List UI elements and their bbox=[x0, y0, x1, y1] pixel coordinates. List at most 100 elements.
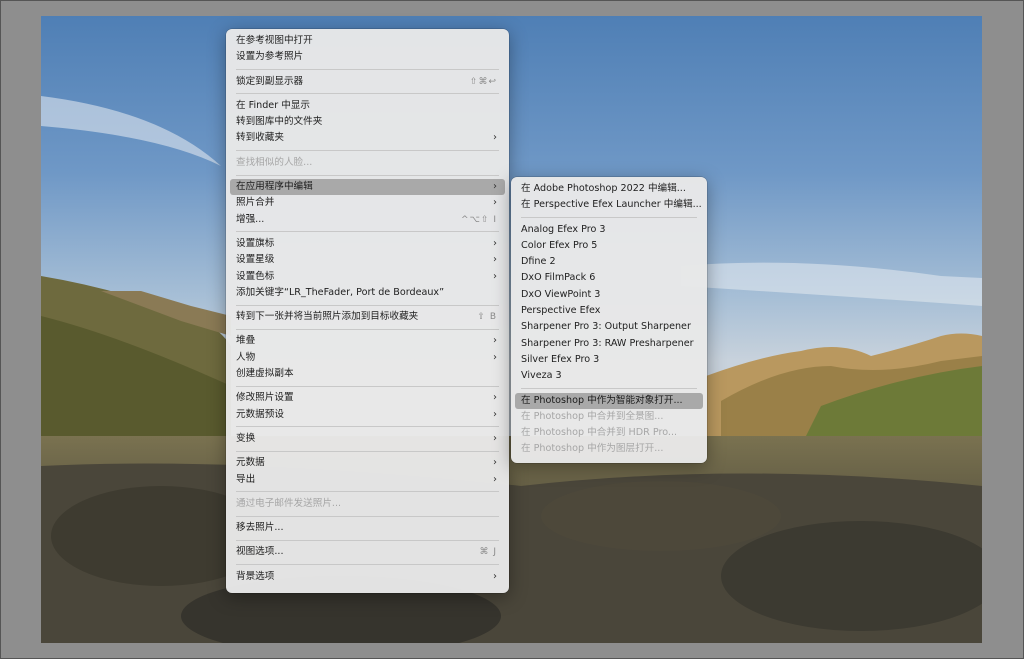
menu-separator bbox=[236, 385, 499, 387]
chevron-right-icon: › bbox=[493, 473, 497, 485]
submenu-item-1-8[interactable]: Silver Efex Pro 3 bbox=[515, 352, 703, 368]
keyboard-shortcut: ^⌥⇧ I bbox=[461, 214, 497, 225]
menu-item-label: 在应用程序中编辑 bbox=[236, 181, 313, 193]
menu-item-label: Color Efex Pro 5 bbox=[521, 239, 598, 251]
chevron-right-icon: › bbox=[493, 392, 497, 404]
submenu-item-1-7[interactable]: Sharpener Pro 3: RAW Presharpener bbox=[515, 336, 703, 352]
submenu-item-2-3: 在 Photoshop 中作为图层打开... bbox=[515, 441, 703, 457]
menu-item-label: Viveza 3 bbox=[521, 370, 562, 382]
context-menu-item-5-2[interactable]: 设置色标 › bbox=[230, 269, 505, 285]
context-menu-item-4-2[interactable]: 增强... ^⌥⇧ I bbox=[230, 212, 505, 228]
context-menu-item-11-0: 通过电子邮件发送照片... bbox=[230, 496, 505, 512]
menu-item-label: 在 Photoshop 中合并到 HDR Pro... bbox=[521, 427, 678, 439]
context-menu-item-8-1[interactable]: 元数据预设 › bbox=[230, 407, 505, 423]
menu-separator bbox=[521, 217, 697, 219]
context-menu-item-12-0[interactable]: 移去照片... bbox=[230, 520, 505, 536]
context-menu-item-13-0[interactable]: 视图选项... ⌘ J bbox=[230, 544, 505, 560]
menu-item-label: 设置为参考照片 bbox=[236, 51, 304, 63]
context-menu-item-5-3[interactable]: 添加关键字“LR_TheFader, Port de Bordeaux” bbox=[230, 285, 505, 301]
menu-item-label: 在参考视图中打开 bbox=[236, 35, 313, 46]
submenu-item-0-0[interactable]: 在 Adobe Photoshop 2022 中编辑... bbox=[515, 181, 703, 197]
submenu-item-2-2: 在 Photoshop 中合并到 HDR Pro... bbox=[515, 425, 703, 441]
menu-separator bbox=[521, 388, 697, 390]
submenu-item-1-0[interactable]: Analog Efex Pro 3 bbox=[515, 222, 703, 238]
menu-item-label: 移去照片... bbox=[236, 522, 284, 534]
chevron-right-icon: › bbox=[493, 132, 497, 144]
context-menu-item-14-0[interactable]: 背景选项 › bbox=[230, 569, 505, 585]
menu-item-label: DxO FilmPack 6 bbox=[521, 272, 596, 284]
menu-separator bbox=[236, 564, 499, 566]
menu-item-label: 元数据预设 bbox=[236, 408, 284, 420]
submenu-item-1-4[interactable]: DxO ViewPoint 3 bbox=[515, 287, 703, 303]
context-menu-item-9-0[interactable]: 变换 › bbox=[230, 431, 505, 447]
menu-item-label: Sharpener Pro 3: Output Sharpener bbox=[521, 321, 691, 333]
keyboard-shortcut: ⌘ J bbox=[479, 547, 497, 558]
context-menu: 在参考视图中打开 设置为参考照片锁定到副显示器 ⇧⌘↩ 在 Finder 中显示转到图… bbox=[226, 29, 509, 593]
menu-item-label: 设置色标 bbox=[236, 270, 275, 282]
menu-item-label: 转到收藏夹 bbox=[236, 132, 284, 144]
menu-item-label: 添加关键字“LR_TheFader, Port de Bordeaux” bbox=[236, 286, 445, 298]
submenu-item-0-1[interactable]: 在 Perspective Efex Launcher 中编辑... bbox=[515, 197, 703, 213]
menu-item-label: 在 Finder 中显示 bbox=[236, 99, 310, 111]
chevron-right-icon: › bbox=[493, 457, 497, 469]
submenu-item-2-0[interactable]: 在 Photoshop 中作为智能对象打开... bbox=[515, 392, 703, 409]
chevron-right-icon: › bbox=[493, 270, 497, 282]
menu-item-label: 背景选项 bbox=[236, 570, 275, 582]
chevron-right-icon: › bbox=[493, 570, 497, 582]
menu-item-label: 变换 bbox=[236, 432, 256, 444]
menu-item-label: 转到图库中的文件夹 bbox=[236, 116, 323, 128]
chevron-right-icon: › bbox=[493, 351, 497, 363]
menu-item-label: 元数据 bbox=[236, 457, 265, 469]
submenu-item-1-5[interactable]: Perspective Efex bbox=[515, 303, 703, 319]
submenu-item-1-1[interactable]: Color Efex Pro 5 bbox=[515, 238, 703, 254]
context-menu-item-0-1[interactable]: 设置为参考照片 bbox=[230, 49, 505, 65]
context-menu-item-4-1[interactable]: 照片合并 › bbox=[230, 195, 505, 211]
chevron-right-icon: › bbox=[493, 408, 497, 420]
menu-item-label: 增强... bbox=[236, 213, 265, 225]
context-menu-item-8-0[interactable]: 修改照片设置 › bbox=[230, 390, 505, 406]
menu-separator bbox=[236, 304, 499, 306]
context-menu-item-5-0[interactable]: 设置旗标 › bbox=[230, 236, 505, 252]
submenu-item-1-6[interactable]: Sharpener Pro 3: Output Sharpener bbox=[515, 319, 703, 335]
menu-separator bbox=[236, 491, 499, 493]
context-menu-item-0-0[interactable]: 在参考视图中打开 bbox=[230, 33, 505, 49]
menu-item-label: 修改照片设置 bbox=[236, 392, 294, 404]
menu-item-label: 堆叠 bbox=[236, 335, 256, 347]
context-menu-item-7-1[interactable]: 人物 › bbox=[230, 350, 505, 366]
context-menu-item-10-1[interactable]: 导出 › bbox=[230, 472, 505, 488]
menu-separator bbox=[236, 426, 499, 428]
context-menu-item-10-0[interactable]: 元数据 › bbox=[230, 455, 505, 471]
menu-item-label: 设置旗标 bbox=[236, 237, 275, 249]
keyboard-shortcut: ⇧⌘↩ bbox=[469, 76, 497, 87]
context-menu-item-7-2[interactable]: 创建虚拟副本 bbox=[230, 366, 505, 382]
context-menu-item-2-0[interactable]: 在 Finder 中显示 bbox=[230, 98, 505, 114]
context-menu-item-3-0: 查找相似的人脸... bbox=[230, 155, 505, 171]
context-menu-item-5-1[interactable]: 设置星级 › bbox=[230, 252, 505, 268]
context-menu-item-2-1[interactable]: 转到图库中的文件夹 bbox=[230, 114, 505, 130]
edit-in-submenu: 在 Adobe Photoshop 2022 中编辑... 在 Perspecti… bbox=[511, 177, 707, 463]
menu-item-label: 人物 bbox=[236, 351, 256, 363]
menu-item-label: 在 Photoshop 中作为智能对象打开... bbox=[521, 394, 683, 406]
chevron-right-icon: › bbox=[493, 335, 497, 347]
menu-separator bbox=[236, 539, 499, 541]
menu-separator bbox=[236, 174, 499, 176]
context-menu-item-7-0[interactable]: 堆叠 › bbox=[230, 333, 505, 349]
submenu-item-1-2[interactable]: Dfine 2 bbox=[515, 254, 703, 270]
context-menu-item-1-0[interactable]: 锁定到副显示器 ⇧⌘↩ bbox=[230, 74, 505, 90]
menu-separator bbox=[236, 150, 499, 152]
chevron-right-icon: › bbox=[493, 254, 497, 266]
chevron-right-icon: › bbox=[493, 432, 497, 444]
menu-separator bbox=[236, 69, 499, 71]
chevron-right-icon: › bbox=[493, 181, 497, 193]
menu-separator bbox=[236, 515, 499, 517]
context-menu-item-2-2[interactable]: 转到收藏夹 › bbox=[230, 130, 505, 146]
submenu-item-1-9[interactable]: Viveza 3 bbox=[515, 368, 703, 384]
menu-item-label: 查找相似的人脸... bbox=[236, 156, 313, 168]
menu-item-label: DxO ViewPoint 3 bbox=[521, 288, 601, 300]
context-menu-item-6-0[interactable]: 转到下一张并将当前照片添加到目标收藏夹 ⇧ B bbox=[230, 309, 505, 325]
menu-item-label: Analog Efex Pro 3 bbox=[521, 223, 606, 235]
keyboard-shortcut: ⇧ B bbox=[477, 312, 497, 323]
context-menu-item-4-0[interactable]: 在应用程序中编辑 › bbox=[230, 179, 505, 196]
menu-item-label: Sharpener Pro 3: RAW Presharpener bbox=[521, 337, 694, 349]
submenu-item-1-3[interactable]: DxO FilmPack 6 bbox=[515, 270, 703, 286]
